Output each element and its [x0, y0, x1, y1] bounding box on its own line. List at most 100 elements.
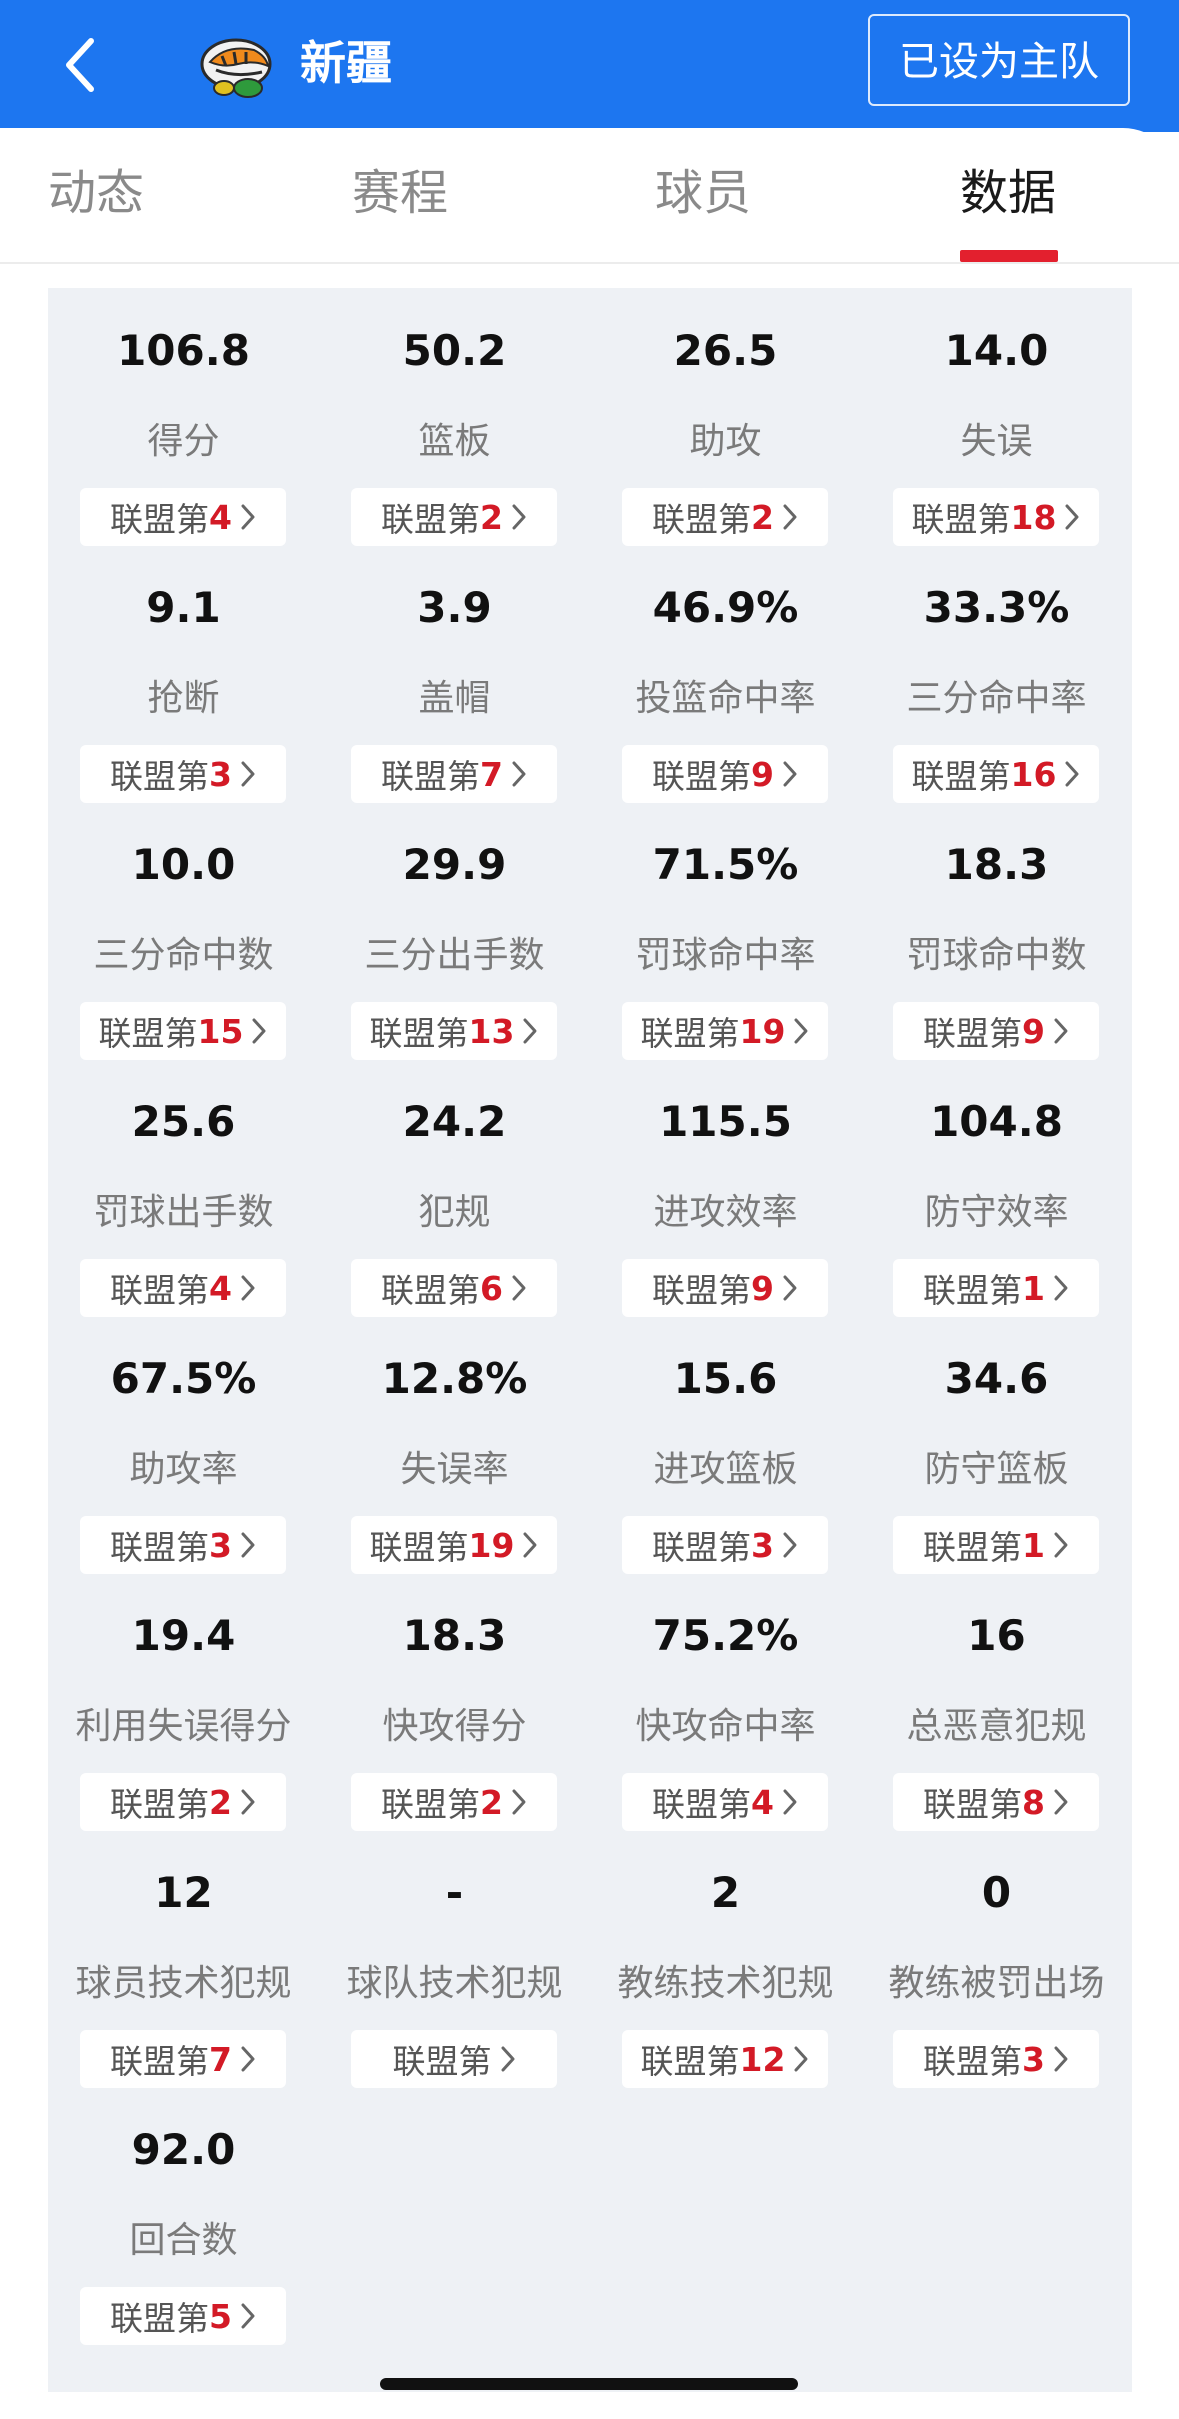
chevron-right-icon [522, 1531, 538, 1559]
rank-prefix: 联盟第 [98, 1014, 198, 1053]
stat-label: 利用失误得分 [75, 1706, 292, 1747]
stat-value: 104.8 [930, 1097, 1063, 1146]
stat-value: 19.4 [131, 1611, 236, 1660]
chevron-right-icon [511, 1788, 527, 1816]
stat-cell: 92.0 回合数 联盟第 5 [48, 2087, 319, 2345]
league-rank-button[interactable]: 联盟第 9 [893, 1002, 1099, 1060]
stat-label: 防守效率 [924, 1192, 1069, 1233]
league-rank-button[interactable]: 联盟第 1 [893, 1259, 1099, 1317]
league-rank-button[interactable]: 联盟第 6 [351, 1259, 557, 1317]
chevron-left-icon [66, 38, 94, 92]
rank-prefix: 联盟第 [923, 1528, 1023, 1567]
chevron-right-icon [782, 760, 798, 788]
league-rank-button[interactable]: 联盟第 3 [893, 2030, 1099, 2088]
rank-number: 1 [1022, 1268, 1045, 1308]
stat-label: 防守篮板 [924, 1449, 1069, 1490]
tab-news[interactable]: 动态 [0, 158, 196, 228]
stat-value: 50.2 [402, 326, 507, 375]
stat-value: 33.3% [923, 583, 1070, 632]
chevron-right-icon [1064, 760, 1080, 788]
tab-data[interactable]: 数据 [908, 158, 1108, 228]
rank-prefix: 联盟第 [369, 1528, 469, 1567]
stat-value: 18.3 [402, 1611, 507, 1660]
rank-prefix: 联盟第 [392, 2042, 492, 2081]
league-rank-button[interactable]: 联盟第 7 [351, 745, 557, 803]
stat-value: 26.5 [673, 326, 778, 375]
rank-prefix: 联盟第 [652, 500, 752, 539]
rank-number: 2 [480, 497, 503, 537]
tab-players[interactable]: 球员 [603, 158, 803, 228]
league-rank-button[interactable]: 联盟第 4 [80, 1259, 286, 1317]
league-rank-button[interactable]: 联盟第 5 [80, 2287, 286, 2345]
active-tab-indicator [960, 250, 1058, 262]
league-rank-button[interactable]: 联盟第 4 [622, 1773, 828, 1831]
stat-label: 犯规 [418, 1192, 491, 1233]
tab-schedule[interactable]: 赛程 [300, 158, 500, 228]
top-bar: 新疆 已设为主队 [0, 0, 1179, 132]
league-rank-button[interactable]: 联盟第 18 [893, 488, 1099, 546]
rank-prefix: 联盟第 [640, 1014, 740, 1053]
rank-prefix: 联盟第 [381, 757, 481, 796]
league-rank-button[interactable]: 联盟第 15 [80, 1002, 286, 1060]
home-team-button[interactable]: 已设为主队 [868, 14, 1130, 106]
league-rank-button[interactable]: 联盟第 9 [622, 1259, 828, 1317]
league-rank-button[interactable]: 联盟第 19 [351, 1516, 557, 1574]
stat-cell: 18.3 快攻得分 联盟第 2 [319, 1573, 590, 1831]
stat-label: 快攻命中率 [635, 1706, 816, 1747]
league-rank-button[interactable]: 联盟第 16 [893, 745, 1099, 803]
stat-value: 29.9 [402, 840, 507, 889]
rank-number: 4 [751, 1782, 774, 1822]
rank-prefix: 联盟第 [911, 757, 1011, 796]
rank-number: 9 [1022, 1011, 1045, 1051]
stat-label: 罚球出手数 [93, 1192, 274, 1233]
league-rank-button[interactable]: 联盟第 2 [622, 488, 828, 546]
chevron-right-icon [1064, 503, 1080, 531]
stat-cell: 0 教练被罚出场 联盟第 3 [861, 1830, 1132, 2088]
stat-cell: 3.9 盖帽 联盟第 7 [319, 545, 590, 803]
rank-number: 19 [739, 1011, 786, 1051]
stat-label: 助攻率 [129, 1449, 238, 1490]
stat-label: 投篮命中率 [635, 678, 816, 719]
league-rank-button[interactable]: 联盟第 3 [80, 1516, 286, 1574]
stat-cell: 106.8 得分 联盟第 4 [48, 288, 319, 546]
league-rank-button[interactable]: 联盟第 2 [351, 488, 557, 546]
stat-cell: 19.4 利用失误得分联盟第 2 [48, 1573, 319, 1831]
rank-number: 9 [751, 1268, 774, 1308]
stat-label: 教练被罚出场 [888, 1963, 1105, 2004]
back-button[interactable] [50, 30, 110, 100]
stat-cell: 26.5 助攻 联盟第 2 [590, 288, 861, 546]
rank-number: 9 [751, 754, 774, 794]
league-rank-button[interactable]: 联盟第 3 [80, 745, 286, 803]
league-rank-button[interactable]: 联盟第 13 [351, 1002, 557, 1060]
stat-label: 罚球命中率 [635, 935, 816, 976]
rank-number: 3 [1022, 2039, 1045, 2079]
league-rank-button[interactable]: 联盟第 9 [622, 745, 828, 803]
rank-prefix: 联盟第 [110, 500, 210, 539]
league-rank-button[interactable]: 联盟第 1 [893, 1516, 1099, 1574]
stat-value: 106.8 [117, 326, 250, 375]
rank-number: 16 [1010, 754, 1057, 794]
rank-number: 1 [1022, 1525, 1045, 1565]
stat-cell: 9.1 抢断 联盟第 3 [48, 545, 319, 803]
stat-label: 三分命中数 [93, 935, 274, 976]
stat-value: - [445, 1868, 464, 1917]
league-rank-button[interactable]: 联盟第 [351, 2030, 557, 2088]
league-rank-button[interactable]: 联盟第 12 [622, 2030, 828, 2088]
chevron-right-icon [251, 1017, 267, 1045]
chevron-right-icon [1053, 1017, 1069, 1045]
chevron-right-icon [793, 1017, 809, 1045]
home-indicator[interactable] [380, 2378, 798, 2390]
stat-label: 教练技术犯规 [617, 1963, 834, 2004]
stat-value: 12 [154, 1868, 213, 1917]
stat-value: 9.1 [146, 583, 221, 632]
league-rank-button[interactable]: 联盟第 7 [80, 2030, 286, 2088]
chevron-right-icon [782, 1531, 798, 1559]
league-rank-button[interactable]: 联盟第 2 [351, 1773, 557, 1831]
league-rank-button[interactable]: 联盟第 4 [80, 488, 286, 546]
league-rank-button[interactable]: 联盟第 3 [622, 1516, 828, 1574]
league-rank-button[interactable]: 联盟第 8 [893, 1773, 1099, 1831]
rank-prefix: 联盟第 [369, 1014, 469, 1053]
chevron-right-icon [511, 760, 527, 788]
league-rank-button[interactable]: 联盟第 19 [622, 1002, 828, 1060]
league-rank-button[interactable]: 联盟第 2 [80, 1773, 286, 1831]
